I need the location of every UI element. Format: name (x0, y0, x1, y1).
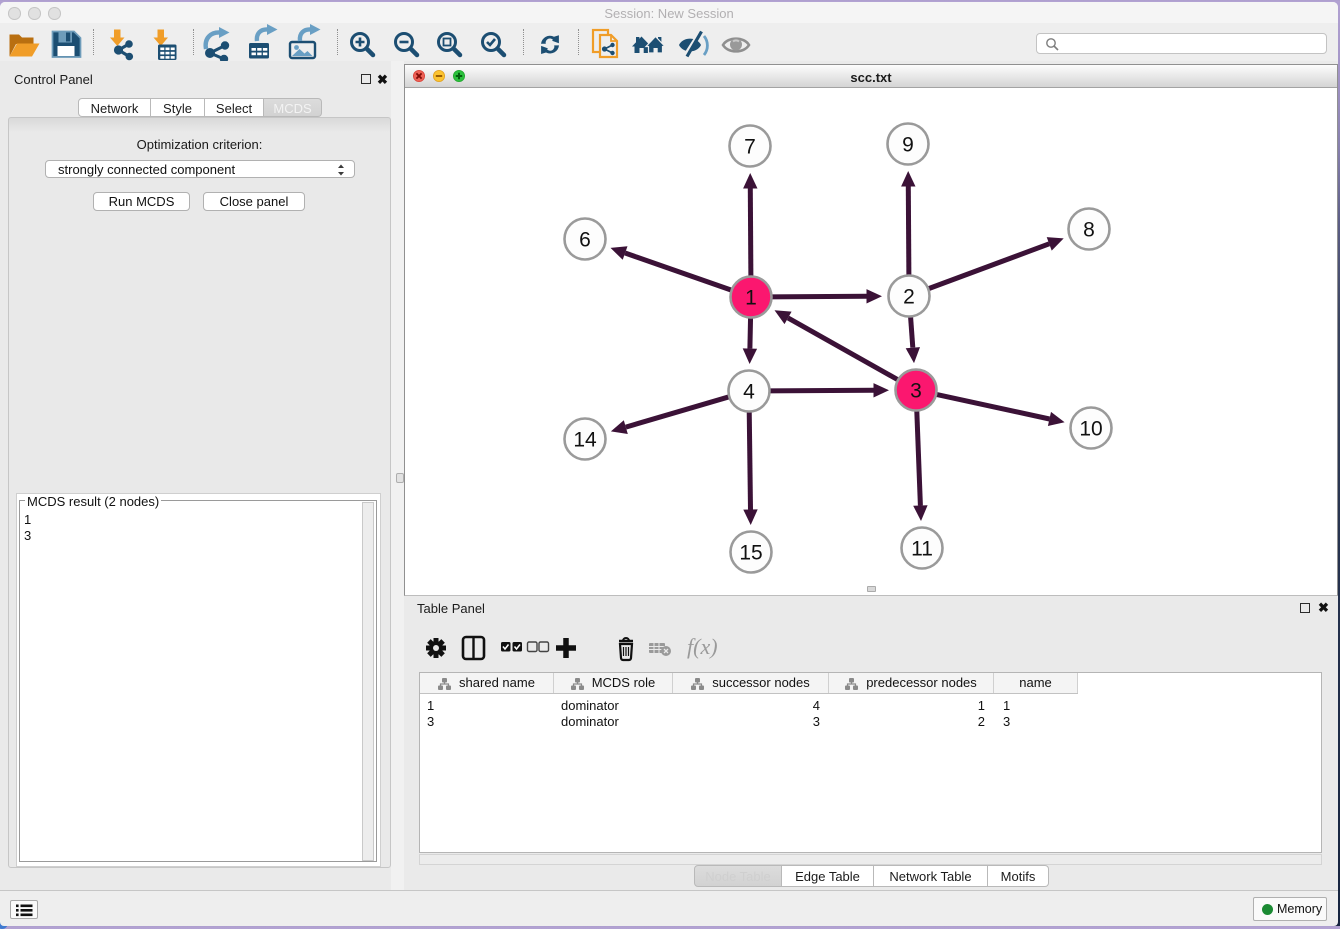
svg-text:1: 1 (745, 287, 757, 310)
svg-text:2: 2 (903, 286, 915, 309)
svg-text:8: 8 (1083, 219, 1095, 242)
svg-text:15: 15 (739, 542, 762, 565)
svg-text:10: 10 (1079, 418, 1102, 441)
svg-text:4: 4 (743, 381, 755, 404)
svg-text:11: 11 (911, 538, 933, 561)
svg-text:3: 3 (910, 380, 922, 403)
svg-text:14: 14 (573, 429, 597, 452)
svg-text:9: 9 (902, 134, 914, 157)
svg-text:6: 6 (579, 229, 591, 252)
svg-text:7: 7 (744, 136, 756, 159)
